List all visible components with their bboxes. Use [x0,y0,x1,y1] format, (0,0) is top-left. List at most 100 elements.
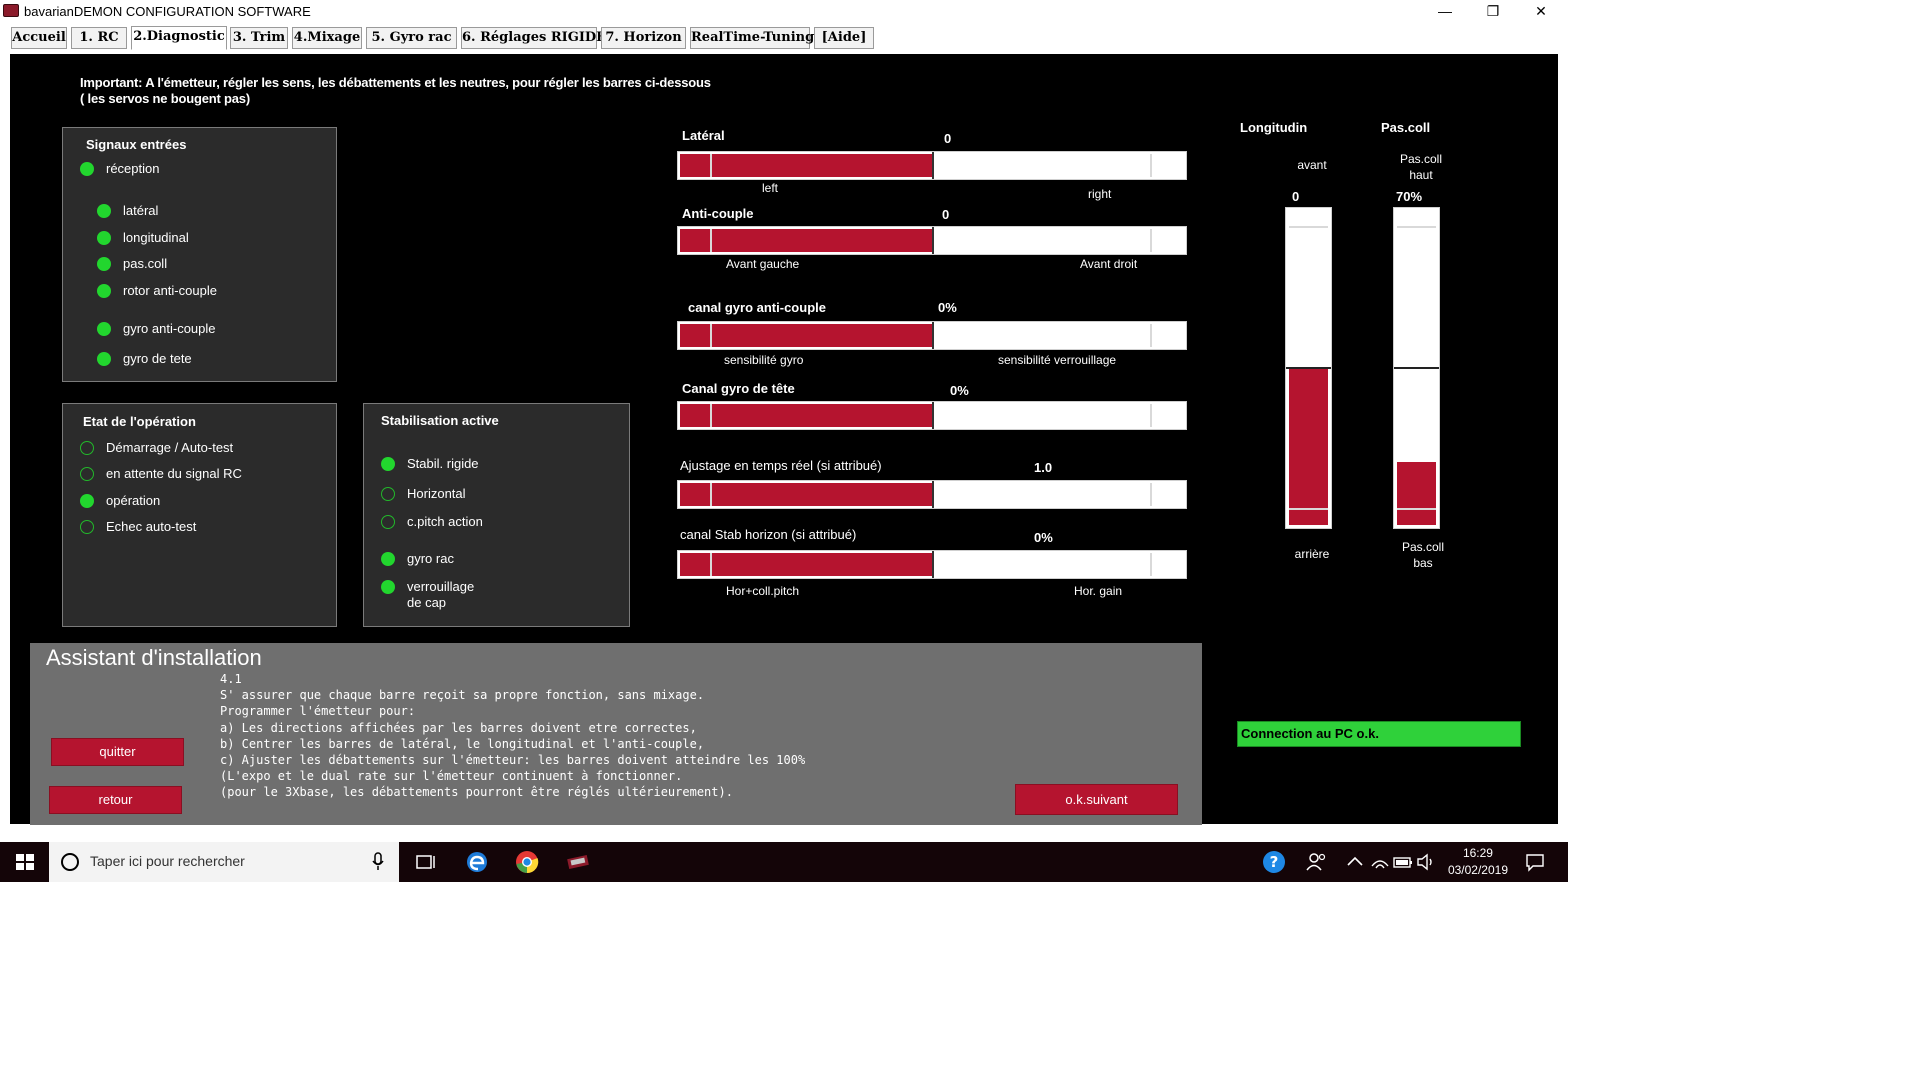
tab-horizon[interactable]: 7. Horizon [601,27,686,49]
led-rotor-anti-couple [97,284,111,298]
important-note: Important: A l'émetteur, régler les sens… [80,75,711,107]
tab-rc[interactable]: 1. RC [71,27,127,49]
led-demarrage [80,441,94,455]
close-button[interactable]: ✕ [1518,0,1564,24]
signal-label: longitudinal [123,230,189,245]
tab-realtime-tuning[interactable]: RealTime-Tuning [690,27,814,49]
note-line-1: Important: A l'émetteur, régler les sens… [80,75,711,90]
bar-fill [680,154,932,177]
bar-limit-right [1150,483,1152,506]
signal-label: pas.coll [123,256,168,271]
led-lateral [97,204,111,218]
longitudin-value: 0 [1292,189,1300,204]
volume-icon[interactable] [1414,850,1438,874]
assistant-title: Assistant d'installation [46,645,262,670]
stabilisation-label: Horizontal [407,486,466,501]
bar-fill [680,553,932,576]
taskbar-search[interactable]: Taper ici pour rechercher [49,842,399,882]
stab-horizon-bar [677,550,1187,579]
stabilisation-label: c.pitch action [407,514,483,529]
chevron-up-icon[interactable] [1343,850,1367,874]
verrouillage-line-2: de cap [407,595,447,610]
tab-accueil[interactable]: Accueil [11,27,67,49]
tab-mixage[interactable]: 4.Mixage [292,27,362,49]
tab-diagnostic[interactable]: 2.Diagnostic [131,26,227,50]
wifi-icon[interactable] [1368,850,1392,874]
anti-couple-right-caption: Avant droit [1080,257,1138,271]
lateral-left-caption: left [762,181,779,195]
tab-gyro-rac[interactable]: 5. Gyro rac [366,27,457,49]
search-placeholder: Taper ici pour rechercher [90,853,245,869]
people-icon[interactable] [1305,850,1329,874]
bar-center [932,551,934,578]
taskbar: Taper ici pour rechercher ? 16:29 03/02/… [0,842,1568,882]
bar-limit-left [710,483,712,506]
assistant-instructions: 4.1 S' assurer que chaque barre reçoit s… [220,672,806,800]
cortana-icon [61,853,79,871]
bar-limit-right [1150,324,1152,347]
tab-trim[interactable]: 3. Trim [230,27,288,49]
bar-center [932,322,934,349]
longitudin-title: Longitudin [1240,120,1308,135]
stabilisation-title: Stabilisation active [381,413,499,428]
pascoll-value: 70% [1396,189,1423,204]
windows-start-icon[interactable] [16,854,34,870]
led-gyro-de-tete [97,352,111,366]
help-icon[interactable]: ? [1262,850,1286,874]
operation-label: Echec auto-test [106,519,197,534]
pascoll-top-line-2: haut [1409,168,1433,182]
led-c-pitch-action [381,515,395,529]
lateral-value: 0 [944,131,952,146]
operation-title: Etat de l'opération [83,414,196,429]
minimize-button[interactable]: — [1422,0,1468,24]
bar-limit-left [710,154,712,177]
bar-limit-left [710,324,712,347]
bar-fill [1397,462,1436,525]
pascoll-top-caption: Pas.coll haut [1390,151,1452,183]
gyro-anti-couple-value: 0% [938,300,957,315]
lateral-bar [677,151,1187,180]
clock[interactable]: 16:29 03/02/2019 [1448,845,1508,879]
gyro-tete-bar [677,401,1187,430]
bar-limit-left [710,229,712,252]
bar-limit-top [1397,226,1436,228]
ajustage-label: Ajustage en temps réel (si attribué) [680,458,882,473]
led-gyro-anti-couple [97,322,111,336]
chrome-browser-icon[interactable] [515,850,539,874]
task-view-icon[interactable] [414,850,438,874]
bar-fill [680,483,932,506]
restore-button[interactable]: ❐ [1470,0,1516,24]
led-attente-signal [80,467,94,481]
bar-limit-top [1289,226,1328,228]
bavariandemon-app-icon[interactable] [566,850,590,874]
edge-browser-icon[interactable] [465,850,489,874]
bar-limit-right [1150,154,1152,177]
tab-aide[interactable]: [Aide] [814,27,874,49]
bar-limit-right [1150,404,1152,427]
tab-reglages-rigide[interactable]: 6. Réglages RIGIDE [461,27,606,49]
gyro-anti-couple-left-caption: sensibilité gyro [724,353,804,367]
app-icon [3,4,19,17]
signal-label: rotor anti-couple [123,283,217,298]
led-longitudinal [97,231,111,245]
led-verrouillage-cap [381,580,395,594]
back-button[interactable]: retour [49,786,182,814]
led-reception [80,162,94,176]
stabilisation-label: gyro rac [407,551,454,566]
gyro-anti-couple-right-caption: sensibilité verrouillage [998,353,1117,367]
installation-assistant: Assistant d'installation 4.1 S' assurer … [30,643,1202,825]
gyro-tete-label: Canal gyro de tête [682,381,795,396]
bar-fill [680,404,932,427]
bar-limit-left [710,404,712,427]
notifications-icon[interactable] [1523,850,1547,874]
battery-icon[interactable] [1391,850,1415,874]
next-button[interactable]: o.k.suivant [1015,784,1178,815]
quit-button[interactable]: quitter [51,738,184,766]
microphone-icon[interactable] [371,852,385,872]
lateral-label: Latéral [682,128,725,143]
led-stabil-rigide [381,457,395,471]
bar-fill [1289,368,1328,525]
longitudin-top-caption: avant [1297,158,1327,172]
clock-date: 03/02/2019 [1447,863,1508,877]
longitudin-bar [1285,207,1332,529]
